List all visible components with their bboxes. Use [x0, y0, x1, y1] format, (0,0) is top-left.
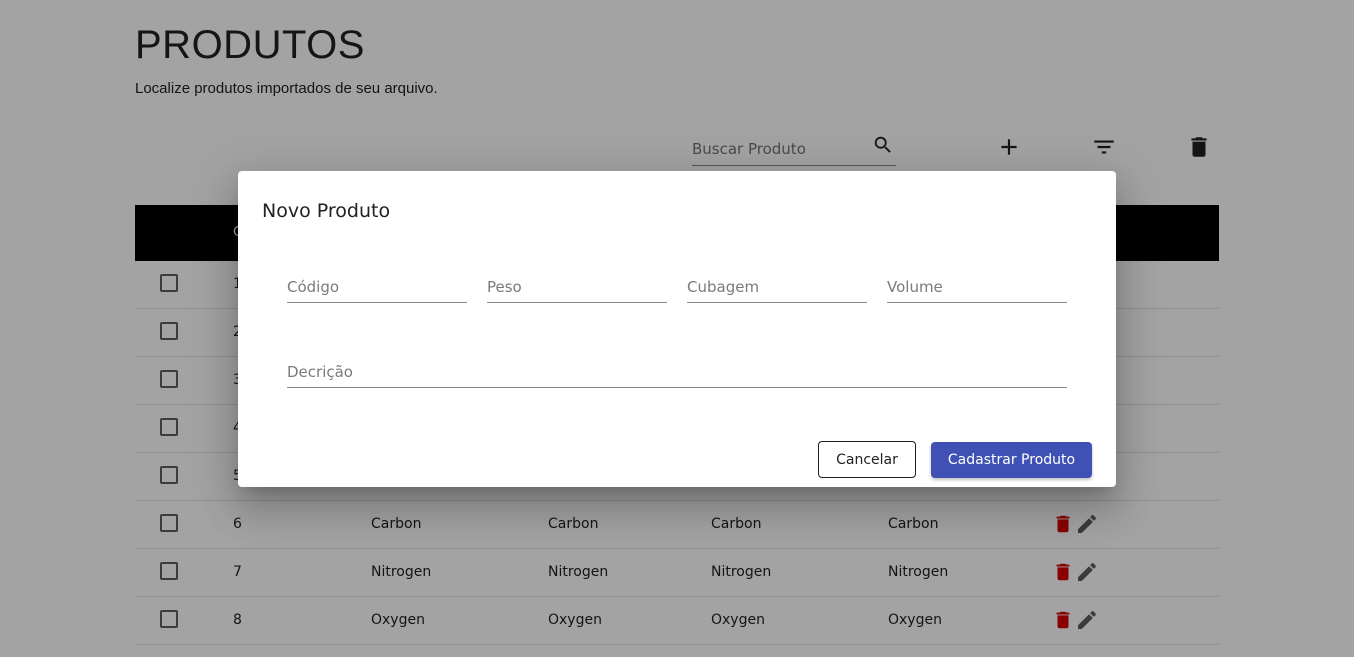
- descricao-input[interactable]: [287, 361, 1067, 383]
- peso-input[interactable]: [487, 276, 667, 298]
- descricao-field: [287, 357, 1067, 388]
- volume-input[interactable]: [887, 276, 1067, 298]
- codigo-field: [287, 272, 467, 303]
- cancel-button[interactable]: Cancelar: [818, 441, 916, 478]
- volume-field: [887, 272, 1067, 303]
- cubagem-input[interactable]: [687, 276, 867, 298]
- peso-field: [487, 272, 667, 303]
- register-product-button[interactable]: Cadastrar Produto: [931, 442, 1092, 478]
- dialog-title: Novo Produto: [262, 200, 391, 222]
- codigo-input[interactable]: [287, 276, 467, 298]
- cubagem-field: [687, 272, 867, 303]
- new-product-dialog: Novo Produto Cancelar Cadastrar Produto: [238, 171, 1116, 487]
